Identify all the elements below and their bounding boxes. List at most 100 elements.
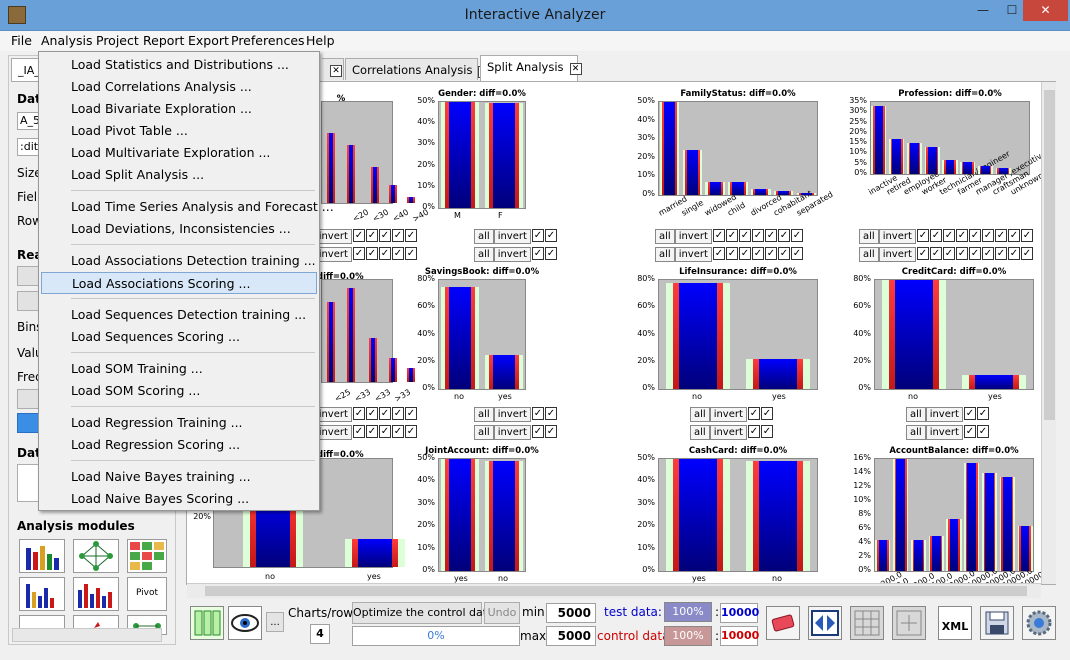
invert-selection-button[interactable]: invert bbox=[674, 229, 712, 244]
category-checkbox[interactable]: ✓ bbox=[531, 247, 544, 260]
select-all-button[interactable]: all bbox=[655, 247, 675, 262]
category-checkbox[interactable]: ✓ bbox=[981, 229, 994, 242]
left-panel-scrollbar[interactable] bbox=[12, 628, 162, 642]
category-checkbox[interactable]: ✓ bbox=[777, 229, 790, 242]
menu-item-load-correlations-analysis[interactable]: Load Correlations Analysis ... bbox=[39, 76, 319, 98]
max-input[interactable]: 5000 bbox=[546, 626, 596, 646]
tab-correlations[interactable]: Correlations Analysis✕ bbox=[345, 58, 491, 80]
tab-split-analysis[interactable]: Split Analysis ✕ bbox=[480, 55, 582, 81]
category-checkbox[interactable]: ✓ bbox=[531, 229, 544, 242]
add-column-icon[interactable] bbox=[892, 606, 926, 640]
minimize-button[interactable]: — bbox=[968, 0, 998, 21]
add-grid-icon[interactable] bbox=[850, 606, 884, 640]
menu-item-load-regression-training[interactable]: Load Regression Training ... bbox=[39, 412, 319, 434]
tab-close-icon[interactable]: ✕ bbox=[330, 65, 342, 77]
category-checkbox[interactable]: ✓ bbox=[531, 407, 544, 420]
menu-item-load-deviations-inconsistencies[interactable]: Load Deviations, Inconsistencies ... bbox=[39, 218, 319, 240]
invert-selection-button[interactable]: invert bbox=[709, 407, 747, 422]
invert-selection-button[interactable]: invert bbox=[925, 425, 963, 440]
undo-button[interactable]: Undo bbox=[484, 602, 520, 624]
menu-item-load-naive-bayes-training[interactable]: Load Naive Bayes training ... bbox=[39, 466, 319, 488]
menu-project[interactable]: Project bbox=[96, 33, 139, 48]
pivot-module-icon[interactable]: Pivot bbox=[127, 577, 167, 611]
select-all-button[interactable]: all bbox=[859, 229, 879, 244]
menu-item-load-multivariate-exploration[interactable]: Load Multivariate Exploration ... bbox=[39, 142, 319, 164]
invert-selection-button[interactable]: invert bbox=[314, 229, 352, 244]
menu-item-load-split-analysis[interactable]: Load Split Analysis ... bbox=[39, 164, 319, 186]
menu-item-load-associations-detection-training[interactable]: Load Associations Detection training ... bbox=[39, 250, 319, 272]
tab-close-icon[interactable]: ✕ bbox=[569, 63, 582, 75]
menu-item-load-som-training[interactable]: Load SOM Training ... bbox=[39, 358, 319, 380]
category-checkbox[interactable]: ✓ bbox=[365, 407, 378, 420]
category-checkbox[interactable]: ✓ bbox=[391, 407, 404, 420]
category-checkbox[interactable]: ✓ bbox=[916, 229, 929, 242]
menu-item-load-bivariate-exploration[interactable]: Load Bivariate Exploration ... bbox=[39, 98, 319, 120]
menu-file[interactable]: File bbox=[11, 33, 32, 48]
statistics-module-icon[interactable] bbox=[19, 539, 65, 573]
category-checkbox[interactable]: ✓ bbox=[404, 407, 417, 420]
multivariate-module-icon[interactable] bbox=[73, 577, 119, 611]
category-checkbox[interactable]: ✓ bbox=[365, 425, 378, 438]
category-checkbox[interactable]: ✓ bbox=[760, 425, 773, 438]
category-checkbox[interactable]: ✓ bbox=[404, 247, 417, 260]
invert-selection-button[interactable]: invert bbox=[493, 425, 531, 440]
split-arrows-icon[interactable] bbox=[808, 606, 842, 640]
category-checkbox[interactable]: ✓ bbox=[963, 407, 976, 420]
menu-report[interactable]: Report bbox=[143, 33, 184, 48]
select-all-button[interactable]: all bbox=[474, 247, 494, 262]
category-checkbox[interactable]: ✓ bbox=[352, 425, 365, 438]
category-checkbox[interactable]: ✓ bbox=[365, 247, 378, 260]
invert-selection-button[interactable]: invert bbox=[314, 247, 352, 262]
category-checkbox[interactable]: ✓ bbox=[352, 407, 365, 420]
menu-item-load-naive-bayes-scoring[interactable]: Load Naive Bayes Scoring ... bbox=[39, 488, 319, 510]
more-button[interactable]: ... bbox=[266, 612, 284, 632]
invert-selection-button[interactable]: invert bbox=[314, 425, 352, 440]
menu-preferences[interactable]: Preferences bbox=[231, 33, 305, 48]
menu-analysis[interactable]: Analysis bbox=[41, 33, 93, 48]
invert-selection-button[interactable]: invert bbox=[493, 407, 531, 422]
category-checkbox[interactable]: ✓ bbox=[976, 425, 989, 438]
menu-item-load-time-series-analysis-and-forecast[interactable]: Load Time Series Analysis and Forecast .… bbox=[39, 196, 334, 218]
min-input[interactable]: 5000 bbox=[546, 603, 596, 623]
category-checkbox[interactable]: ✓ bbox=[1020, 229, 1033, 242]
category-checkbox[interactable]: ✓ bbox=[391, 247, 404, 260]
invert-selection-button[interactable]: invert bbox=[493, 229, 531, 244]
category-checkbox[interactable]: ✓ bbox=[531, 425, 544, 438]
horizontal-scrollbar[interactable] bbox=[187, 583, 1041, 598]
category-checkbox[interactable]: ✓ bbox=[1007, 229, 1020, 242]
eye-icon[interactable] bbox=[228, 606, 262, 640]
xml-export-icon[interactable]: XML bbox=[938, 606, 972, 640]
select-all-button[interactable]: all bbox=[859, 247, 879, 262]
columns-icon[interactable] bbox=[190, 606, 224, 640]
split-module-icon[interactable] bbox=[19, 577, 65, 611]
category-checkbox[interactable]: ✓ bbox=[976, 407, 989, 420]
category-checkbox[interactable]: ✓ bbox=[712, 247, 725, 260]
category-checkbox[interactable]: ✓ bbox=[544, 229, 557, 242]
invert-selection-button[interactable]: invert bbox=[314, 407, 352, 422]
category-checkbox[interactable]: ✓ bbox=[544, 407, 557, 420]
category-checkbox[interactable]: ✓ bbox=[955, 229, 968, 242]
category-checkbox[interactable]: ✓ bbox=[790, 229, 803, 242]
eraser-icon[interactable] bbox=[766, 606, 800, 640]
category-checkbox[interactable]: ✓ bbox=[738, 229, 751, 242]
category-checkbox[interactable]: ✓ bbox=[968, 247, 981, 260]
select-all-button[interactable]: all bbox=[690, 425, 710, 440]
menu-item-load-som-scoring[interactable]: Load SOM Scoring ... bbox=[39, 380, 319, 402]
charts-row-input[interactable]: 4 bbox=[310, 624, 330, 644]
category-checkbox[interactable]: ✓ bbox=[725, 247, 738, 260]
category-checkbox[interactable]: ✓ bbox=[378, 247, 391, 260]
invert-selection-button[interactable]: invert bbox=[493, 247, 531, 262]
category-checkbox[interactable]: ✓ bbox=[994, 247, 1007, 260]
category-checkbox[interactable]: ✓ bbox=[378, 229, 391, 242]
save-icon[interactable] bbox=[980, 606, 1014, 640]
select-all-button[interactable]: all bbox=[474, 229, 494, 244]
invert-selection-button[interactable]: invert bbox=[878, 247, 916, 262]
category-checkbox[interactable]: ✓ bbox=[747, 407, 760, 420]
category-checkbox[interactable]: ✓ bbox=[963, 425, 976, 438]
category-checkbox[interactable]: ✓ bbox=[929, 247, 942, 260]
invert-selection-button[interactable]: invert bbox=[674, 247, 712, 262]
horizontal-scroll-thumb[interactable] bbox=[205, 586, 1027, 596]
category-checkbox[interactable]: ✓ bbox=[777, 247, 790, 260]
category-checkbox[interactable]: ✓ bbox=[1007, 247, 1020, 260]
category-checkbox[interactable]: ✓ bbox=[712, 229, 725, 242]
